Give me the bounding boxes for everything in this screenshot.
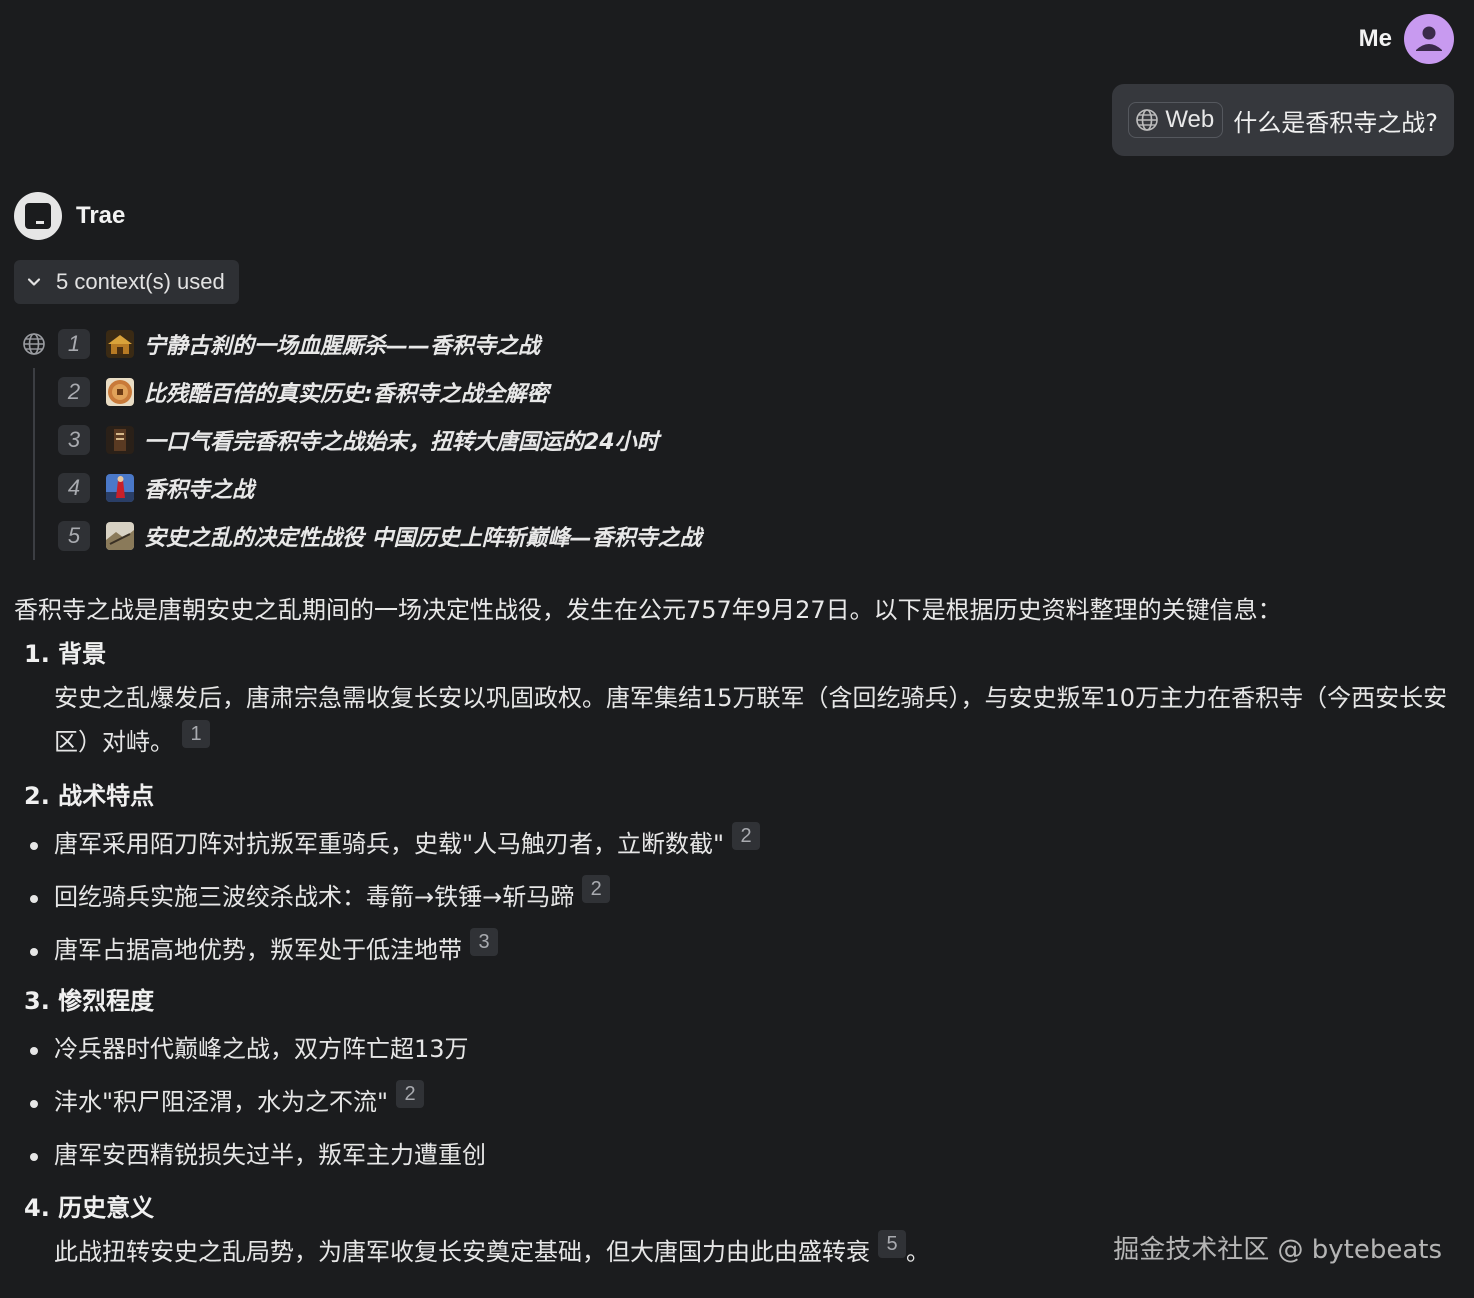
context-index-badge: 1 (58, 329, 90, 359)
watermark: 掘金技术社区 @ bytebeats (1113, 1235, 1442, 1265)
context-index-badge: 2 (58, 377, 90, 407)
user-question: 什么是香积寺之战? (1233, 108, 1438, 137)
section-body: 安史之乱爆发后，唐肃宗急需收复长安以巩固政权。唐军集结15万联军（含回纥骑兵），… (14, 676, 1460, 764)
context-connector-line (33, 368, 35, 560)
bullet-item: 回纥骑兵实施三波绞杀战术：毒箭→铁锤→斩马蹄 2 (14, 871, 1460, 924)
answer-intro: 香积寺之战是唐朝安史之乱期间的一场决定性战役，发生在公元757年9月27日。以下… (14, 596, 1282, 624)
assistant-avatar (14, 192, 62, 240)
assistant-answer: 香积寺之战是唐朝安史之乱期间的一场决定性战役，发生在公元757年9月27日。以下… (14, 588, 1460, 1274)
user-name: Me (1358, 25, 1392, 52)
citation-badge[interactable]: 2 (732, 822, 761, 850)
context-item[interactable]: 1 宁静古刹的一场血腥厮杀——香积寺之战 (58, 324, 540, 364)
bullet-text: 唐军占据高地优势，叛军处于低洼地带 (54, 936, 462, 964)
warrior-thumbnail (106, 474, 134, 502)
context-item[interactable]: 4 香积寺之战 (58, 468, 254, 508)
section-title: 1. 背景 (24, 640, 107, 668)
contexts-toggle-label: 5 context(s) used (56, 269, 225, 294)
bullet-text: 唐军安西精锐损失过半，叛军主力遭重创 (54, 1141, 486, 1169)
bullet-text: 冷兵器时代巅峰之战，双方阵亡超13万 (54, 1035, 469, 1063)
bullet-text: 回纥骑兵实施三波绞杀战术：毒箭→铁锤→斩马蹄 (54, 883, 575, 911)
bullet-item: 冷兵器时代巅峰之战，双方阵亡超13万 (14, 1023, 1460, 1076)
chevron-down-icon (27, 278, 41, 286)
context-item[interactable]: 2 比残酷百倍的真实历史:香积寺之战全解密 (58, 372, 549, 412)
section-title: 3. 惨烈程度 (24, 987, 155, 1015)
context-title: 比残酷百倍的真实历史:香积寺之战全解密 (144, 382, 549, 407)
battle-thumbnail (106, 522, 134, 550)
globe-icon (23, 333, 45, 355)
bullet-item: 唐军占据高地优势，叛军处于低洼地带 3 (14, 924, 1460, 977)
context-item[interactable]: 5 安史之乱的决定性战役 中国历史上阵斩巅峰—香积寺之战 (58, 516, 702, 556)
coin-thumbnail (106, 378, 134, 406)
context-index-badge: 4 (58, 473, 90, 503)
terminal-icon (25, 203, 51, 229)
person-icon (1416, 26, 1442, 51)
citation-badge[interactable]: 2 (582, 875, 611, 903)
context-title: 安史之乱的决定性战役 中国历史上阵斩巅峰—香积寺之战 (144, 526, 702, 551)
web-search-chip[interactable]: Web (1128, 102, 1224, 138)
bullet-text: 唐军采用陌刀阵对抗叛军重骑兵，史载"人马触刃者，立断数截" (54, 830, 725, 858)
context-item[interactable]: 3 一口气看完香积寺之战始末，扭转大唐国运的24小时 (58, 420, 659, 460)
citation-badge[interactable]: 5 (878, 1230, 906, 1258)
context-title: 香积寺之战 (144, 478, 255, 503)
bullet-item: 唐军安西精锐损失过半，叛军主力遭重创 (14, 1129, 1460, 1182)
user-avatar[interactable] (1404, 14, 1454, 64)
temple-thumbnail (106, 330, 134, 358)
context-title: 宁静古刹的一场血腥厮杀——香积寺之战 (144, 334, 541, 359)
section-body-text: 安史之乱爆发后，唐肃宗急需收复长安以巩固政权。唐军集结15万联军（含回纥骑兵），… (54, 684, 1448, 756)
section-title: 2. 战术特点 (24, 782, 155, 810)
user-message-bubble: Web 什么是香积寺之战? (1112, 84, 1454, 156)
bullet-text: 沣水"积尸阻泾渭，水为之不流" (54, 1088, 389, 1116)
globe-icon (1136, 109, 1159, 131)
web-chip-label: Web (1165, 106, 1215, 133)
context-title: 一口气看完香积寺之战始末，扭转大唐国运的24小时 (144, 430, 659, 455)
citation-badge[interactable]: 2 (396, 1080, 425, 1108)
section-body-text: 此战扭转安史之乱局势，为唐军收复长安奠定基础，但大唐国力由此由盛转衰 (54, 1238, 870, 1266)
context-index-badge: 5 (58, 521, 90, 551)
context-index-badge: 3 (58, 425, 90, 455)
citation-badge[interactable]: 3 (470, 928, 498, 956)
section-title: 4. 历史意义 (24, 1194, 155, 1222)
bullet-item: 沣水"积尸阻泾渭，水为之不流" 2 (14, 1076, 1460, 1129)
contexts-toggle-button[interactable]: 5 context(s) used (14, 260, 239, 304)
assistant-header: Trae (14, 192, 125, 240)
user-header: Me (1359, 14, 1454, 64)
assistant-name: Trae (76, 202, 126, 229)
book-thumbnail (106, 426, 134, 454)
citation-badge[interactable]: 1 (182, 720, 210, 748)
section-body-tail: 。 (906, 1238, 930, 1266)
chat-page: Me Web 什么是香积寺之战? Trae 5 context(s) used … (0, 0, 1474, 1298)
bullet-item: 唐军采用陌刀阵对抗叛军重骑兵，史载"人马触刃者，立断数截" 2 (14, 818, 1460, 871)
